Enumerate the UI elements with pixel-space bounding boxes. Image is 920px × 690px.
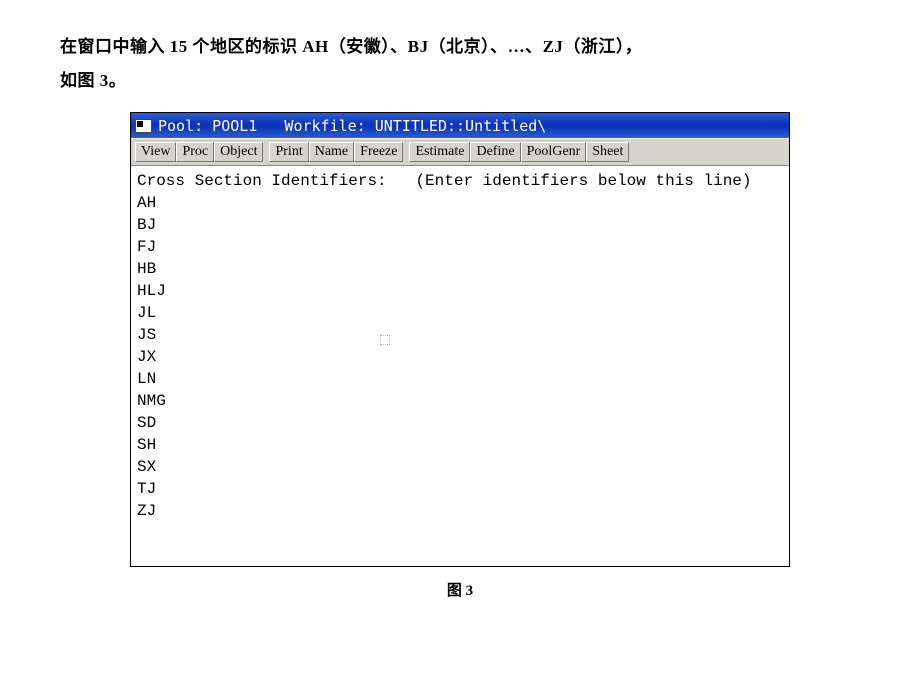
identifier-row: ZJ — [137, 500, 783, 522]
poolgenr-button[interactable]: PoolGenr — [521, 142, 587, 162]
sheet-button[interactable]: Sheet — [586, 142, 629, 162]
intro-line-1: 在窗口中输入 15 个地区的标识 AH（安徽）、BJ（北京）、…、ZJ（浙江）， — [60, 37, 642, 56]
view-button[interactable]: View — [135, 142, 176, 162]
object-button[interactable]: Object — [214, 142, 263, 162]
toolbar-group-3: Estimate Define PoolGenr Sheet — [409, 142, 629, 162]
toolbar-group-1: View Proc Object — [135, 142, 263, 162]
window-icon — [135, 119, 152, 133]
freeze-button[interactable]: Freeze — [354, 142, 403, 162]
toolbar-group-2: Print Name Freeze — [269, 142, 403, 162]
intro-line-2: 如图 3。 — [60, 71, 126, 90]
identifier-row: SD — [137, 412, 783, 434]
identifier-row: HLJ — [137, 280, 783, 302]
identifier-row: AH — [137, 192, 783, 214]
identifier-row: SH — [137, 434, 783, 456]
identifier-row: TJ — [137, 478, 783, 500]
identifier-row: FJ — [137, 236, 783, 258]
window-titlebar[interactable]: Pool: POOL1 Workfile: UNTITLED::Untitled… — [131, 113, 789, 138]
identifier-row: SX — [137, 456, 783, 478]
identifier-row: LN — [137, 368, 783, 390]
pool-window: Pool: POOL1 Workfile: UNTITLED::Untitled… — [130, 112, 790, 567]
page-container: 在窗口中输入 15 个地区的标识 AH（安徽）、BJ（北京）、…、ZJ（浙江），… — [0, 0, 920, 620]
define-button[interactable]: Define — [470, 142, 520, 162]
figure-caption: 图 3 — [60, 579, 860, 600]
identifier-row: HB — [137, 258, 783, 280]
page-marker-icon — [380, 335, 390, 345]
identifier-row: NMG — [137, 390, 783, 412]
toolbar: View Proc Object Print Name Freeze Estim… — [131, 138, 789, 166]
name-button[interactable]: Name — [309, 142, 354, 162]
identifiers-editor[interactable]: Cross Section Identifiers: (Enter identi… — [131, 166, 789, 566]
estimate-button[interactable]: Estimate — [409, 142, 470, 162]
identifier-row: JL — [137, 302, 783, 324]
print-button[interactable]: Print — [269, 142, 308, 162]
window-title-text: Pool: POOL1 Workfile: UNTITLED::Untitled… — [158, 117, 546, 135]
identifier-row: BJ — [137, 214, 783, 236]
identifier-row: JS — [137, 324, 783, 346]
intro-paragraph: 在窗口中输入 15 个地区的标识 AH（安徽）、BJ（北京）、…、ZJ（浙江），… — [60, 30, 860, 98]
identifier-row: JX — [137, 346, 783, 368]
proc-button[interactable]: Proc — [176, 142, 214, 162]
identifiers-header: Cross Section Identifiers: (Enter identi… — [137, 172, 783, 190]
